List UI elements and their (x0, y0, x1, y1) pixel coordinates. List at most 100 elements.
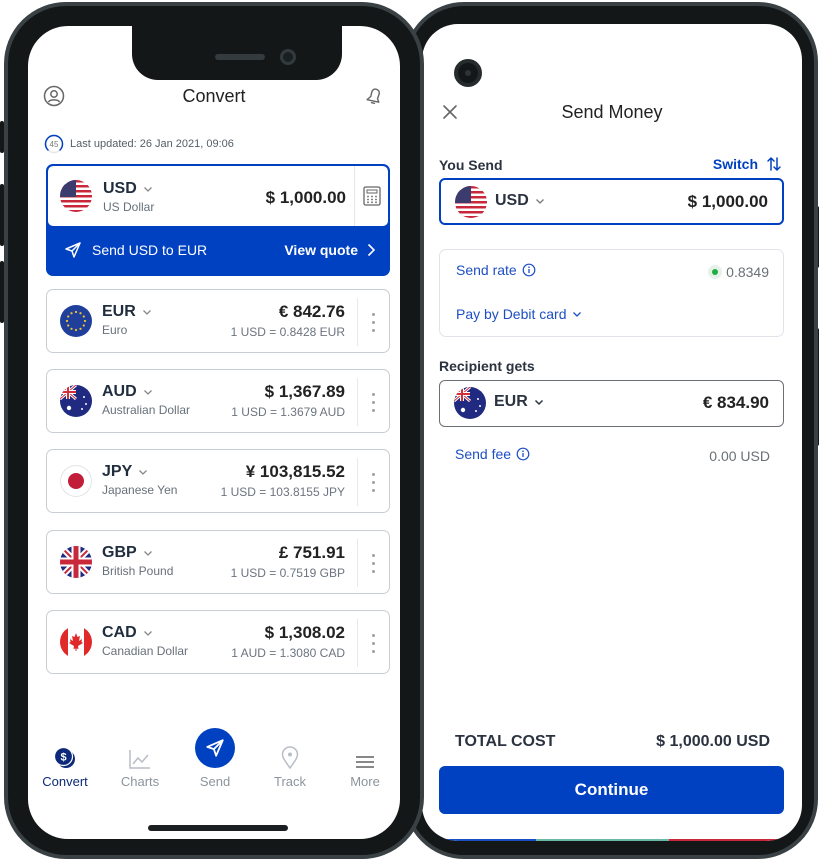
payment-method-label: Pay by Debit card (456, 306, 567, 322)
rate-card: Send rate 0.8349 Pay by Debit card (439, 249, 784, 337)
send-fee-value: 0.00 USD (709, 448, 770, 464)
vertical-dots-icon (372, 392, 375, 412)
jp-flag-icon (60, 465, 92, 497)
tab-label: Convert (42, 774, 88, 789)
currency-selector[interactable]: GBP (102, 544, 153, 562)
bottom-color-strip (422, 839, 802, 841)
tab-more[interactable]: More (330, 744, 400, 789)
currency-name: US Dollar (103, 200, 155, 214)
eu-flag-icon (60, 305, 92, 337)
volume-up-button (0, 184, 4, 246)
line-chart-icon (129, 750, 150, 769)
home-indicator (148, 825, 288, 831)
currency-selector[interactable]: CAD (102, 624, 153, 642)
send-quote-bar: Send USD to EUR View quote (48, 226, 388, 274)
base-amount[interactable]: $ 1,000.00 (266, 188, 346, 208)
currency-selector[interactable]: JPY (102, 463, 148, 481)
more-options-button[interactable] (357, 298, 389, 346)
tab-send[interactable]: Send (180, 744, 250, 789)
au-flag-icon (454, 387, 486, 419)
currency-card-cad[interactable]: CAD Canadian Dollar $ 1,308.02 1 AUD = 1.30… (46, 610, 390, 674)
currency-name: Canadian Dollar (102, 644, 189, 658)
bell-icon (366, 88, 380, 104)
tab-label: Charts (120, 774, 160, 789)
exchange-rate: 1 USD = 1.3679 AUD (231, 405, 345, 419)
tab-convert[interactable]: $ Convert (30, 744, 100, 789)
chevron-down-icon (534, 399, 543, 406)
notifications-button[interactable] (362, 84, 386, 108)
total-cost-value: $ 1,000.00 USD (656, 733, 770, 750)
front-camera (280, 49, 296, 65)
convert-screen: Convert 45 Last updated: 26 Jan 2021, 09… (28, 26, 400, 839)
send-amount-field[interactable]: USD $ 1,000.00 (439, 178, 784, 225)
send-to-link[interactable]: Send USD to EUR (64, 241, 207, 259)
more-options-button[interactable] (357, 539, 389, 587)
phone-frame-send-money: Send Money You Send Switch USD $ 1,000.0… (400, 2, 819, 859)
us-flag-icon (60, 180, 92, 212)
front-camera (454, 59, 482, 87)
exchange-rate: 1 AUD = 1.3080 CAD (231, 646, 345, 660)
info-icon (522, 263, 536, 277)
more-options-button[interactable] (357, 378, 389, 426)
base-currency-row[interactable]: USD US Dollar $ 1,000.00 (48, 166, 388, 226)
hamburger-menu-icon (356, 756, 374, 768)
receive-amount-field[interactable]: EUR € 834.90 (439, 380, 784, 427)
view-quote-label: View quote (284, 242, 358, 258)
send-to-label: Send USD to EUR (92, 242, 208, 258)
calculator-button[interactable] (354, 166, 388, 226)
payment-method-selector[interactable]: Pay by Debit card (456, 306, 582, 322)
currency-selector[interactable]: EUR (102, 303, 152, 321)
currency-code: GBP (102, 544, 137, 561)
send-rate-link[interactable]: Send rate (456, 262, 536, 278)
converted-amount: £ 751.91 (278, 543, 345, 562)
more-options-button[interactable] (357, 619, 389, 667)
receive-currency-selector[interactable]: EUR (494, 393, 544, 411)
swap-arrows-icon (767, 157, 781, 171)
countdown-timer-icon[interactable]: 45 (44, 134, 64, 154)
receive-amount-value: € 834.90 (702, 393, 769, 412)
base-currency-selector[interactable]: USD (103, 180, 153, 198)
view-quote-button[interactable]: View quote (284, 242, 376, 258)
send-rate-label: Send rate (456, 262, 517, 278)
send-fee-label: Send fee (455, 446, 512, 462)
exchange-rate: 1 USD = 103.8155 JPY (220, 485, 345, 499)
currency-card-gbp[interactable]: GBP British Pound £ 751.91 1 USD = 0.7519 G… (46, 530, 390, 594)
send-currency-selector[interactable]: USD (495, 192, 545, 210)
vertical-dots-icon (372, 633, 375, 653)
location-pin-icon (281, 746, 299, 770)
bottom-tab-bar: $ Convert Charts Send Track More (28, 744, 400, 804)
currency-code: USD (103, 180, 137, 197)
tab-charts[interactable]: Charts (105, 744, 175, 789)
convert-header: Convert (28, 82, 400, 112)
currency-code: EUR (102, 303, 136, 320)
dollar-coins-icon: $ (53, 746, 75, 768)
currency-card-jpy[interactable]: JPY Japanese Yen ¥ 103,815.52 1 USD = 103.8… (46, 449, 390, 513)
more-options-button[interactable] (357, 458, 389, 506)
chevron-down-icon (143, 187, 152, 192)
send-rate-value: 0.8349 (708, 264, 769, 280)
switch-label: Switch (712, 156, 758, 172)
calculator-icon (362, 186, 381, 206)
continue-button[interactable]: Continue (439, 766, 784, 814)
converted-amount: ¥ 103,815.52 (245, 462, 345, 481)
tab-track[interactable]: Track (255, 744, 325, 789)
chevron-down-icon (143, 551, 152, 556)
switch-button[interactable]: Switch (713, 156, 782, 172)
chevron-down-icon (572, 312, 581, 317)
send-fee-link[interactable]: Send fee (455, 446, 530, 462)
send-money-screen: Send Money You Send Switch USD $ 1,000.0… (422, 24, 802, 841)
chevron-right-icon (367, 243, 376, 257)
send-rate-number: 0.8349 (726, 264, 769, 280)
currency-name: British Pound (102, 564, 174, 578)
us-flag-icon (455, 186, 487, 218)
currency-code: JPY (102, 463, 133, 480)
vertical-dots-icon (372, 472, 375, 492)
vertical-dots-icon (372, 553, 375, 573)
send-amount-value[interactable]: $ 1,000.00 (688, 192, 768, 212)
currency-card-eur[interactable]: EUR Euro € 842.76 1 USD = 0.8428 EUR (46, 289, 390, 353)
info-icon (516, 447, 530, 461)
currency-selector[interactable]: AUD (102, 383, 153, 401)
gb-flag-icon (60, 546, 92, 578)
currency-card-aud[interactable]: AUD Australian Dollar $ 1,367.89 1 USD = 1.… (46, 369, 390, 433)
chevron-down-icon (142, 310, 151, 315)
